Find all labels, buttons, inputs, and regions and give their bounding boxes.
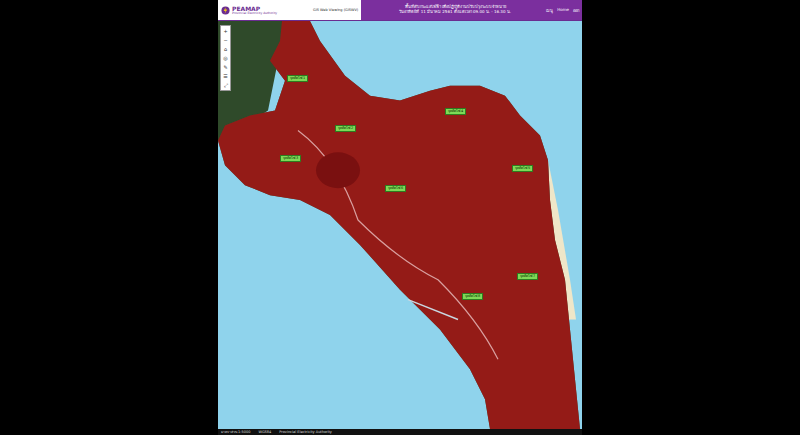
- map-label[interactable]: จุดตัดไฟ 1: [287, 75, 308, 82]
- title-band: พื้นที่ดับกระแสไฟฟ้า เพื่อปฏิบัติงานปรับ…: [361, 0, 582, 20]
- map-label[interactable]: จุดตัดไฟ 3: [280, 155, 301, 162]
- menu-item[interactable]: ออก: [573, 7, 579, 14]
- page: PEAMAPProvincial Electricity AuthorityGI…: [0, 0, 800, 435]
- menu: เมนู Home ออก: [546, 7, 579, 14]
- tool-button[interactable]: ☰: [222, 72, 229, 80]
- map[interactable]: +−⌂◎✎☰⤢ จุดตัดไฟ 1 จุดตัดไฟ 2 จุดตัดไฟ 3 จุด…: [218, 21, 582, 429]
- logo: PEAMAPProvincial Electricity Authority: [218, 0, 310, 20]
- map-label[interactable]: จุดตัดไฟ 6: [385, 185, 406, 192]
- map-toolbar: +−⌂◎✎☰⤢: [220, 25, 231, 91]
- title-line: วันอาทิตย์ที่ 11 มีนาคม 2561 ตั้งแต่เวลา…: [399, 10, 511, 15]
- tool-button[interactable]: −: [222, 36, 229, 44]
- tool-button[interactable]: ◎: [222, 54, 229, 62]
- map-label[interactable]: จุดตัดไฟ 4: [445, 108, 466, 115]
- map-label[interactable]: จุดตัดไฟ 5: [512, 165, 533, 172]
- menu-item[interactable]: Home: [557, 7, 569, 14]
- logo-subtitle: Provincial Electricity Authority: [232, 12, 277, 15]
- status-item: มาตราส่วน 1:5000: [221, 429, 250, 435]
- pea-logo-icon: [221, 6, 230, 15]
- tool-button[interactable]: +: [222, 27, 229, 35]
- tool-button[interactable]: ⤢: [222, 81, 229, 89]
- map-label[interactable]: จุดตัดไฟ 8: [462, 293, 483, 300]
- header: PEAMAPProvincial Electricity AuthorityGI…: [218, 0, 582, 21]
- status-item: WGS84: [258, 430, 271, 434]
- tool-button[interactable]: ✎: [222, 63, 229, 71]
- map-viewer: PEAMAPProvincial Electricity AuthorityGI…: [218, 0, 582, 435]
- island-map-icon: [218, 21, 582, 429]
- menu-item[interactable]: เมนู: [546, 7, 553, 14]
- status-item: Provincial Electricity Authority: [279, 430, 332, 434]
- map-label[interactable]: จุดตัดไฟ 7: [517, 273, 538, 280]
- status-bar: มาตราส่วน 1:5000 WGS84 Provincial Electric…: [218, 429, 582, 435]
- map-label[interactable]: จุดตัดไฟ 2: [335, 125, 356, 132]
- tool-button[interactable]: ⌂: [222, 45, 229, 53]
- app-name: GIS Web Viewing (GISWV): [310, 0, 361, 20]
